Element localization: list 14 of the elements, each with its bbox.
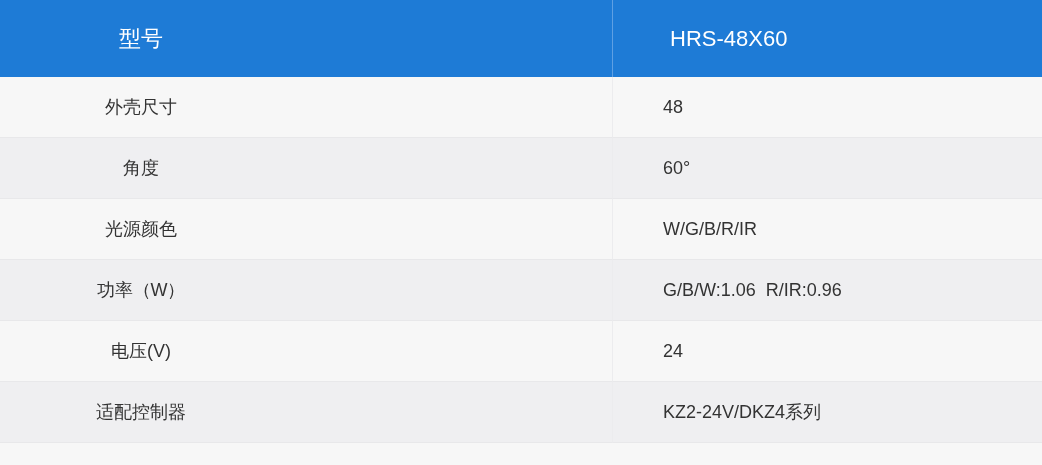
table-cell: G/B/W:1.06 R/IR:0.96 — [663, 279, 842, 301]
table-cell-text: 功率（W） — [95, 279, 187, 302]
table-cell-text: 适配控制器 — [95, 401, 187, 424]
table-cell: 24 — [663, 340, 684, 362]
table-cell-text: 光源颜色 — [104, 218, 178, 241]
table-cell-text: 外壳尺寸 — [104, 96, 178, 119]
table-cell: 48 — [663, 96, 684, 118]
header-cell-text: 型号 — [118, 24, 164, 53]
table-cell: W/G/B/R/IR — [663, 218, 757, 240]
table-cell-text: 电压(V) — [110, 340, 172, 363]
table-cell: 60° — [663, 157, 691, 179]
table-cell-text: 角度 — [122, 157, 160, 180]
header-cell: HRS-48X60 — [670, 25, 788, 52]
table-cell-text: KZ2-24V/DKZ4系列 — [663, 401, 822, 424]
